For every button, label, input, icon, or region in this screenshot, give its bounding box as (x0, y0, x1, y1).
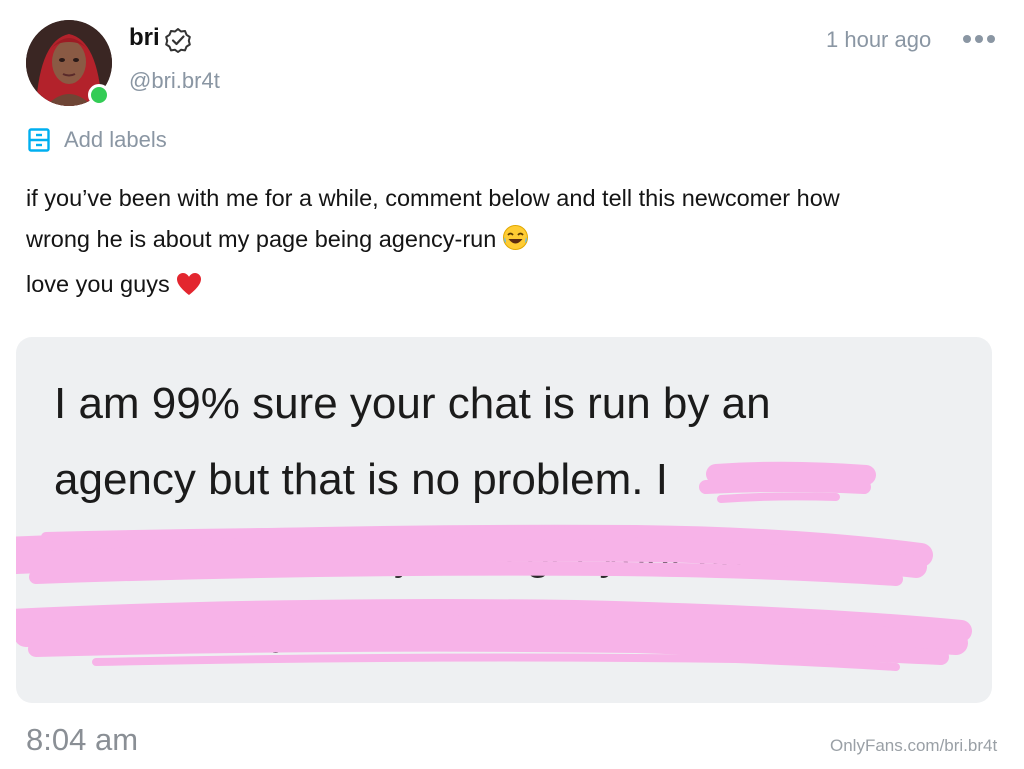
add-labels-label: Add labels (64, 127, 167, 152)
caption-line-3-text: love you guys (26, 271, 170, 297)
online-status-indicator (88, 84, 110, 106)
watermark: OnlyFans.com/bri.br4t (830, 736, 998, 755)
message-screenshot[interactable]: I am 99% sure your chat is run by an age… (16, 337, 992, 703)
message-time: 8:04 am (26, 722, 139, 757)
red-heart-emoji-icon (176, 268, 202, 309)
caption-line-2: wrong he is about my page being agency-r… (26, 219, 996, 264)
pink-redaction-scribble (16, 461, 972, 671)
add-labels-button[interactable]: Add labels (28, 127, 167, 153)
caption-line-1: if you’ve been with me for a while, comm… (26, 185, 840, 211)
author-name[interactable]: bri (129, 24, 160, 52)
post-caption: if you’ve been with me for a while, comm… (26, 178, 996, 309)
ellipsis-icon[interactable] (960, 32, 998, 46)
laughing-emoji-icon (502, 223, 529, 264)
caption-line-2-text: wrong he is about my page being agency-r… (26, 226, 497, 252)
caption-line-3: love you guys (26, 264, 996, 309)
label-icon (28, 128, 50, 152)
post-timestamp: 1 hour ago (826, 27, 932, 52)
verified-badge-icon (165, 28, 191, 53)
author-handle[interactable]: @bri.br4t (129, 68, 220, 94)
